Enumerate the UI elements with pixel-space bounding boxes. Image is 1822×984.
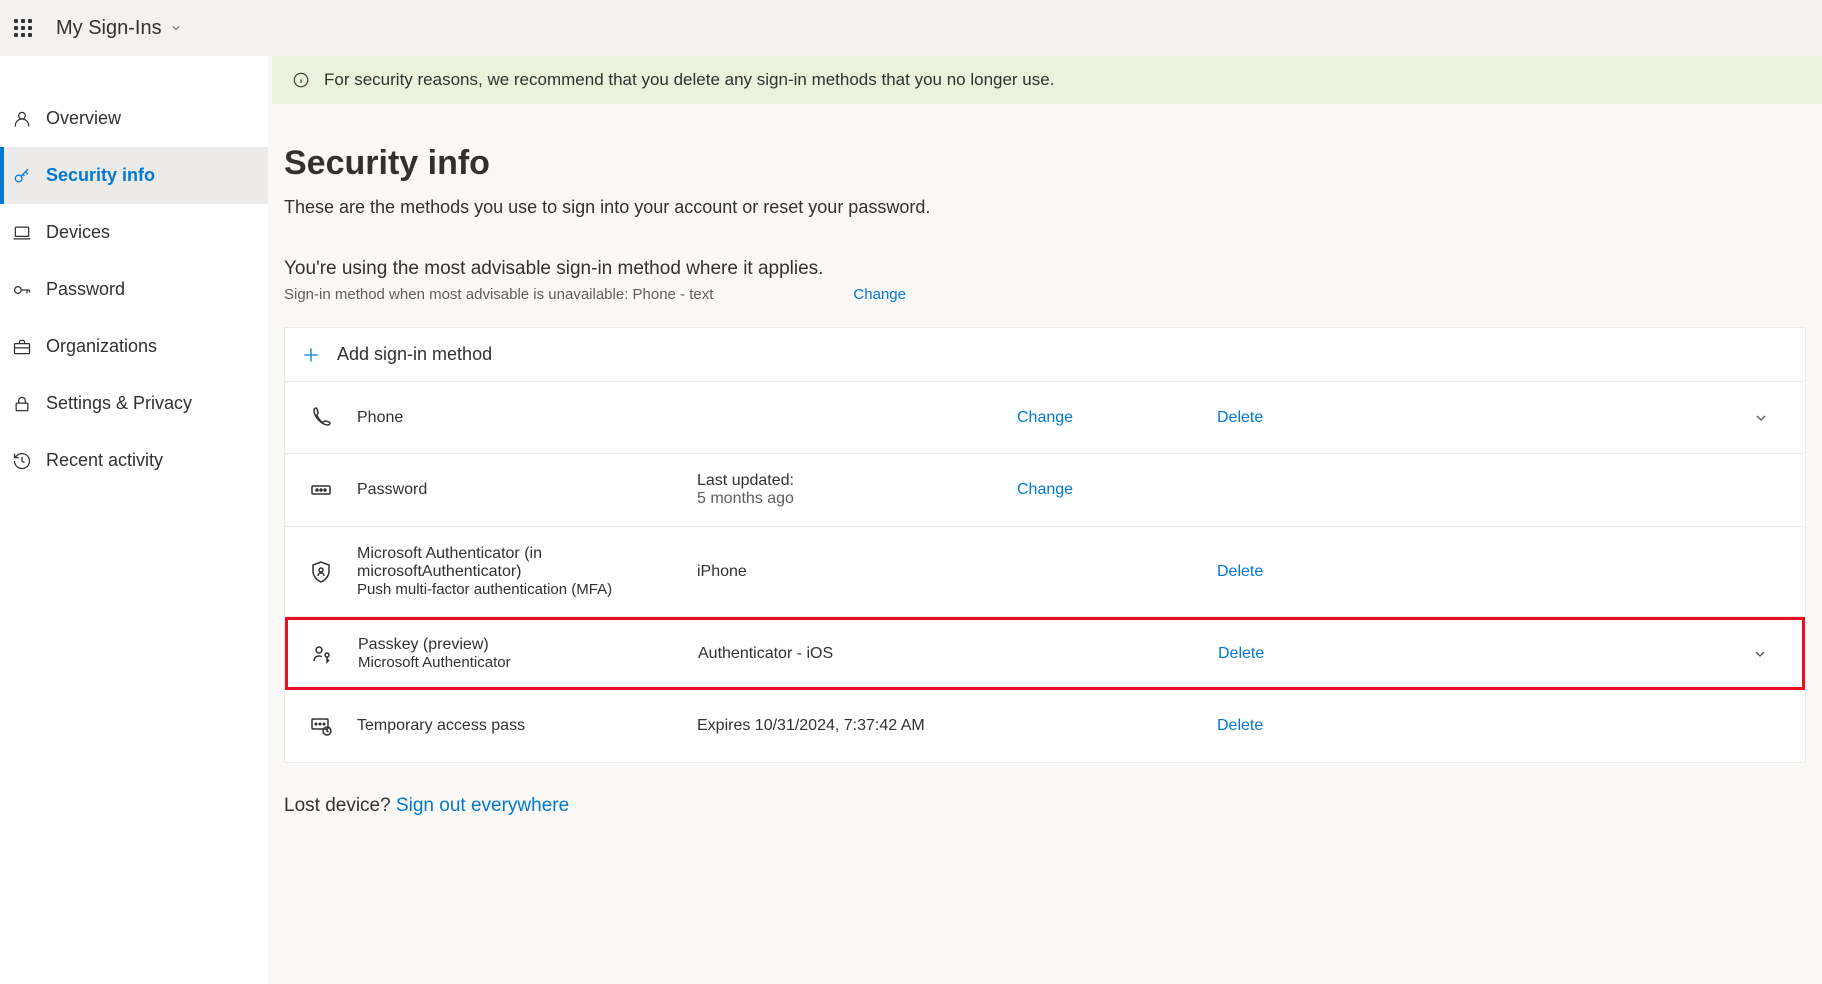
plus-icon — [301, 345, 321, 365]
sidebar-item-settings-privacy[interactable]: Settings & Privacy — [0, 375, 268, 432]
sidebar-item-label: Settings & Privacy — [46, 393, 192, 414]
method-row-tap: Temporary access pass Expires 10/31/2024… — [285, 690, 1805, 762]
passkey-icon — [310, 642, 358, 666]
passkey-delete-link[interactable]: Delete — [1218, 645, 1740, 663]
page-subtitle: These are the methods you use to sign in… — [284, 197, 1806, 218]
sidebar-item-label: Recent activity — [46, 450, 163, 471]
app-launcher-icon[interactable] — [14, 19, 32, 37]
default-method-text: Sign-in method when most advisable is un… — [284, 286, 713, 303]
passkey-expand[interactable] — [1740, 646, 1780, 662]
lock-icon — [12, 394, 32, 414]
lost-device-section: Lost device? Sign out everywhere — [284, 795, 1806, 817]
add-method-button[interactable]: Add sign-in method — [285, 328, 1805, 382]
sidebar-item-label: Organizations — [46, 336, 157, 357]
methods-list: Add sign-in method Phone Change Delete — [284, 327, 1806, 763]
phone-icon — [309, 406, 357, 430]
person-icon — [12, 109, 32, 129]
sidebar-item-recent-activity[interactable]: Recent activity — [0, 432, 268, 489]
sidebar-item-label: Password — [46, 279, 125, 300]
method-detail: Expires 10/31/2024, 7:37:42 AM — [697, 717, 1017, 735]
authenticator-icon — [309, 560, 357, 584]
method-row-authenticator: Microsoft Authenticator (in microsoftAut… — [285, 527, 1805, 617]
laptop-icon — [12, 223, 32, 243]
page-title: Security info — [284, 144, 1806, 183]
sidebar-item-organizations[interactable]: Organizations — [0, 318, 268, 375]
phone-delete-link[interactable]: Delete — [1217, 409, 1741, 427]
header-title-dropdown[interactable]: My Sign-Ins — [56, 17, 182, 40]
sign-out-everywhere-link[interactable]: Sign out everywhere — [396, 795, 569, 816]
tap-icon — [309, 714, 357, 738]
phone-expand[interactable] — [1741, 410, 1781, 426]
sidebar-item-overview[interactable]: Overview — [0, 90, 268, 147]
password-change-link[interactable]: Change — [1017, 481, 1217, 499]
sidebar-item-label: Devices — [46, 222, 110, 243]
header-title-text: My Sign-Ins — [56, 17, 162, 40]
sidebar: Overview Security info Devices Password … — [0, 56, 268, 984]
sidebar-item-password[interactable]: Password — [0, 261, 268, 318]
method-detail: iPhone — [697, 563, 1017, 581]
info-banner: For security reasons, we recommend that … — [272, 56, 1822, 104]
chevron-down-icon — [170, 22, 182, 34]
banner-text: For security reasons, we recommend that … — [324, 70, 1054, 90]
sidebar-item-label: Security info — [46, 165, 155, 186]
sidebar-item-label: Overview — [46, 108, 121, 129]
add-method-label: Add sign-in method — [337, 344, 492, 365]
briefcase-icon — [12, 337, 32, 357]
sidebar-item-devices[interactable]: Devices — [0, 204, 268, 261]
change-default-link[interactable]: Change — [853, 286, 906, 303]
chevron-down-icon — [1753, 410, 1769, 426]
chevron-down-icon — [1752, 646, 1768, 662]
sidebar-item-security-info[interactable]: Security info — [0, 147, 268, 204]
main-content: For security reasons, we recommend that … — [268, 56, 1822, 984]
header: My Sign-Ins — [0, 0, 1822, 56]
method-label: Password — [357, 481, 697, 499]
method-row-phone: Phone Change Delete — [285, 382, 1805, 454]
method-row-passkey: Passkey (preview) Microsoft Authenticato… — [285, 617, 1805, 690]
method-detail: Authenticator - iOS — [698, 645, 1018, 663]
method-sublabel: Push multi-factor authentication (MFA) — [357, 581, 697, 598]
method-label: Microsoft Authenticator (in microsoftAut… — [357, 545, 697, 581]
password-key-icon — [12, 280, 32, 300]
method-detail: Last updated: — [697, 472, 1017, 490]
tap-delete-link[interactable]: Delete — [1217, 717, 1741, 735]
history-icon — [12, 451, 32, 471]
method-detail-sub: 5 months ago — [697, 490, 1017, 508]
phone-change-link[interactable]: Change — [1017, 409, 1217, 427]
key-icon — [12, 166, 32, 186]
method-sublabel: Microsoft Authenticator — [358, 654, 698, 671]
advisable-text: You're using the most advisable sign-in … — [284, 258, 1806, 280]
info-icon — [292, 71, 310, 89]
lost-device-label: Lost device? — [284, 795, 391, 816]
authenticator-delete-link[interactable]: Delete — [1217, 563, 1741, 581]
method-label: Passkey (preview) — [358, 636, 698, 654]
method-label: Phone — [357, 409, 697, 427]
method-label: Temporary access pass — [357, 717, 697, 735]
password-icon — [309, 478, 357, 502]
method-row-password: Password Last updated: 5 months ago Chan… — [285, 454, 1805, 527]
